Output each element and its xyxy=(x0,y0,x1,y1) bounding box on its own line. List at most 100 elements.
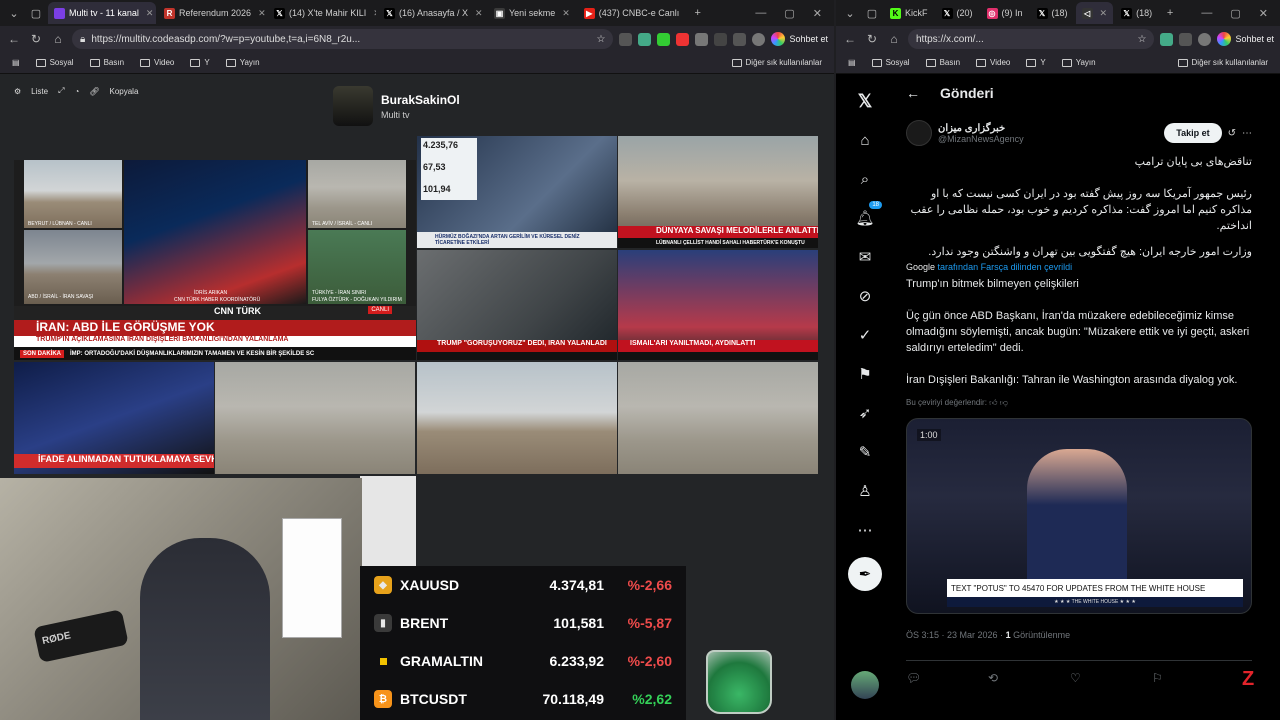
back-icon[interactable]: ← xyxy=(842,32,858,46)
bookmarks-toggle-icon[interactable]: ▤ xyxy=(12,58,20,67)
search-icon[interactable]: ⌕ xyxy=(853,167,877,191)
reload-icon[interactable]: ↻ xyxy=(864,32,880,46)
grok-explain-icon[interactable]: ↺ xyxy=(1228,128,1236,139)
url-field[interactable]: 🔒︎ https://multitv.codeasdp.com/?w=p=yout… xyxy=(72,29,614,49)
bookmark-folder[interactable]: Y xyxy=(190,58,210,67)
tab-actions-icon[interactable]: ⌄ xyxy=(4,3,24,23)
copy-button[interactable]: Kopyala xyxy=(109,87,138,96)
video-tile-bridge-cams[interactable] xyxy=(215,362,415,474)
author-name[interactable]: خبرگزاری میزان xyxy=(938,123,1024,134)
extension-icon[interactable] xyxy=(1160,32,1174,46)
tab-x-mahir[interactable]: 𝕏 (14) X'te Mahir KILI✕ xyxy=(268,2,376,24)
reply-icon[interactable]: 💬︎ xyxy=(906,671,988,685)
bookmark-folder[interactable]: Video xyxy=(140,58,174,67)
like-heart-icon[interactable]: ♡ xyxy=(1070,671,1152,685)
translation-source[interactable]: tarafından Farsça dilinden çevrildi xyxy=(938,262,1073,272)
settings-gear-icon[interactable]: ⚙ xyxy=(14,87,21,96)
close-tab-icon[interactable]: ✕ xyxy=(370,8,376,19)
bookmarks-toggle-icon[interactable]: ▤ xyxy=(848,58,856,67)
more-options-icon[interactable]: ⋯ xyxy=(1242,128,1252,139)
post-video[interactable]: 1:00 TEXT "POTUS" TO 45470 FOR UPDATES F… xyxy=(906,418,1252,614)
tab-referendum[interactable]: R Referendum 2026 ✕ xyxy=(158,2,266,24)
repost-icon[interactable]: ⟲ xyxy=(988,671,1070,685)
back-icon[interactable]: ← xyxy=(6,32,22,46)
other-favorites[interactable]: Diğer sık kullanılanlar xyxy=(1177,58,1268,67)
video-tile-ruins[interactable]: DÜNYAYA SAVAŞI MELODİLERLE ANLATTI LÜBNA… xyxy=(618,136,818,248)
extension-icon[interactable] xyxy=(638,32,652,46)
video-tile-city[interactable] xyxy=(618,362,818,474)
bookmark-folder[interactable]: Basın xyxy=(89,58,124,67)
workspaces-icon[interactable]: ▢ xyxy=(862,3,882,23)
grok-icon[interactable]: ⊘ xyxy=(853,284,877,308)
tab-instagram[interactable]: ◎ (9) In xyxy=(981,2,1029,24)
favorite-star-icon[interactable]: ☆ xyxy=(1138,34,1147,45)
maximize-icon[interactable]: ▢ xyxy=(784,7,794,20)
tab-x-1[interactable]: 𝕏 (20) xyxy=(936,2,979,24)
minimize-icon[interactable]: — xyxy=(755,7,766,20)
extension-icon[interactable] xyxy=(619,32,633,46)
more-icon[interactable]: ⋯ xyxy=(853,518,877,542)
tab-x-2[interactable]: 𝕏 (18) xyxy=(1031,2,1074,24)
close-tab-icon[interactable]: ✕ xyxy=(143,8,154,19)
video-tile-interview[interactable]: İFADE ALINMADAN TUTUKLAMAYA SEVK xyxy=(14,362,214,474)
bookmark-folder[interactable]: Video xyxy=(976,58,1010,67)
rocket-icon[interactable]: ➶ xyxy=(853,401,877,425)
extension-icon[interactable] xyxy=(657,32,671,46)
timer-icon[interactable]: ◔ xyxy=(74,87,79,96)
maximize-icon[interactable]: ▢ xyxy=(1230,7,1240,20)
tab-actions-icon[interactable]: ⌄ xyxy=(840,3,860,23)
link-icon[interactable]: 🔗︎ xyxy=(89,87,99,96)
url-field[interactable]: https://x.com/... ☆ xyxy=(908,29,1155,49)
other-favorites[interactable]: Diğer sık kullanılanlar xyxy=(731,58,822,67)
back-arrow-icon[interactable]: ← xyxy=(906,85,920,101)
post-compose-icon[interactable]: ✒ xyxy=(848,557,882,591)
close-window-icon[interactable]: ✕ xyxy=(813,7,822,20)
avatar[interactable] xyxy=(851,671,879,699)
close-tab-icon[interactable]: ✕ xyxy=(683,8,685,19)
bookmark-folder[interactable]: Basın xyxy=(925,58,960,67)
notifications-bell-icon[interactable]: 🔔︎ 18 xyxy=(853,201,882,230)
verified-icon[interactable]: ✓ xyxy=(853,323,877,347)
close-tab-icon[interactable]: ✕ xyxy=(559,8,570,19)
copilot-button[interactable]: Sohbet et xyxy=(771,32,828,46)
profile-avatar[interactable] xyxy=(1198,32,1212,46)
tab-cnbc[interactable]: ▶(437) CNBC-e Canlı✕ xyxy=(578,2,686,24)
close-tab-icon[interactable]: ✕ xyxy=(1097,8,1108,19)
home-icon[interactable]: ⌂ xyxy=(50,32,66,46)
post-timestamp[interactable]: ÖS 3:15 · 23 Mar 2026 · xyxy=(906,630,1006,640)
bookmarks-icon[interactable]: ⚑ xyxy=(853,362,877,386)
close-tab-icon[interactable]: ✕ xyxy=(255,8,266,19)
list-button[interactable]: Liste xyxy=(31,87,48,96)
author-avatar[interactable] xyxy=(906,120,932,146)
video-tile-finance[interactable]: 4.235,76 67,53 101,94 HÜRMÜZ BOĞAZI'NDA AR… xyxy=(417,136,617,248)
bookmark-folder[interactable]: Yayın xyxy=(225,58,260,67)
thumbs-down-icon[interactable]: 👎︎ xyxy=(1000,398,1008,407)
new-tab-plus-icon[interactable]: + xyxy=(1160,3,1180,23)
video-tile-panel[interactable]: İSMAİL'ARI YANILTMADI, AYDINLATTI xyxy=(618,250,818,360)
video-tile-trump[interactable]: TRUMP "GÖRÜŞÜYORUZ" DEDİ, İRAN YALANLADI xyxy=(417,250,617,360)
workspaces-icon[interactable]: ▢ xyxy=(26,3,46,23)
tab-audio[interactable]: ◁ ✕ xyxy=(1075,2,1114,24)
reload-icon[interactable]: ↻ xyxy=(28,32,44,46)
extension-icon[interactable] xyxy=(676,32,690,46)
tab-x-home[interactable]: 𝕏 (16) Anasayfa / X ✕ xyxy=(378,2,486,24)
bookmark-folder[interactable]: Y xyxy=(1026,58,1046,67)
home-icon[interactable]: ⌂ xyxy=(853,128,877,152)
extension-icon[interactable] xyxy=(1179,32,1193,46)
bookmark-folder[interactable]: Yayın xyxy=(1061,58,1096,67)
video-tile-cnnturk[interactable]: BEYRUT / LÜBNAN - CANLI TEL AVİV / İSRAİ… xyxy=(14,160,416,360)
bookmark-folder[interactable]: Sosyal xyxy=(871,58,910,67)
tab-kick[interactable]: K KickF xyxy=(884,2,934,24)
extension-icon[interactable] xyxy=(733,32,747,46)
video-tile-skyline[interactable] xyxy=(417,362,617,474)
copilot-button[interactable]: Sohbet et xyxy=(1217,32,1274,46)
profile-icon[interactable]: ♙ xyxy=(853,479,877,503)
site-info-icon[interactable]: 🔒︎ xyxy=(80,34,85,45)
x-logo-icon[interactable]: 𝕏 xyxy=(853,89,877,113)
favorite-star-icon[interactable]: ☆ xyxy=(597,34,606,45)
messages-icon[interactable]: ✉ xyxy=(853,245,877,269)
articles-icon[interactable]: ✎ xyxy=(853,440,877,464)
minimize-icon[interactable]: — xyxy=(1201,7,1212,20)
tab-new[interactable]: ▣ Yeni sekme ✕ xyxy=(488,2,576,24)
profile-avatar[interactable] xyxy=(752,32,766,46)
